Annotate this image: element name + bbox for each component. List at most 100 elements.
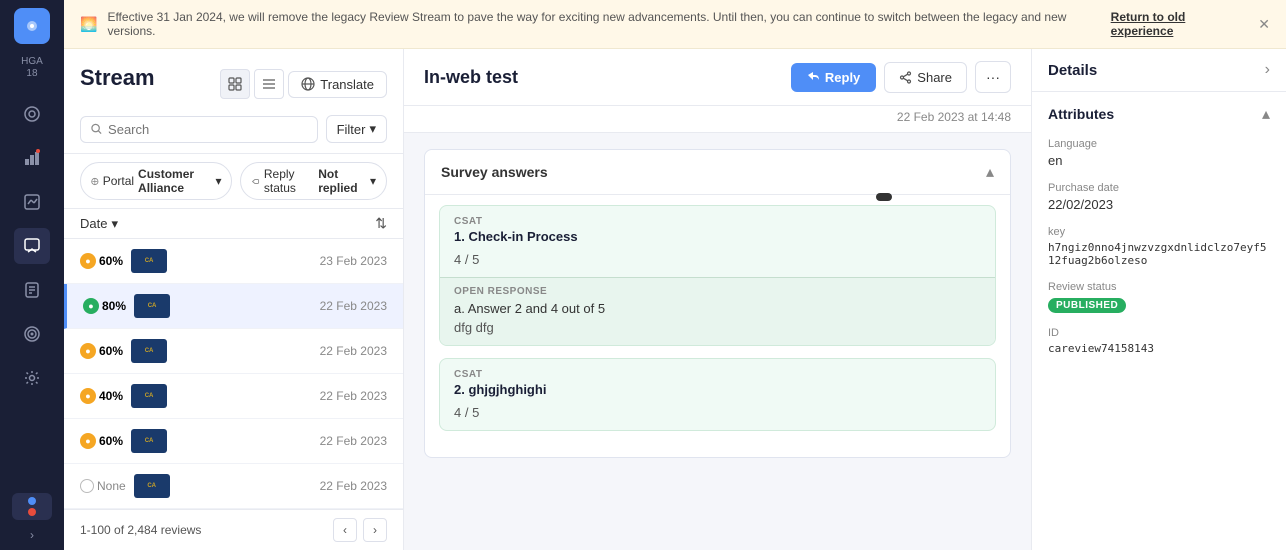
reply-status-dropdown-icon: ▾ [370,174,376,188]
nav-icon-reviews[interactable] [14,228,50,264]
survey-collapse-icon[interactable]: ▴ [986,162,994,182]
sidebar-bottom: › [12,493,52,542]
translate-label: Translate [320,77,374,92]
key-attr: key h7ngiz0nno4jnwzvzgxdnlidclzo7eyf512f… [1048,226,1270,267]
reply-button[interactable]: Reply [791,63,876,92]
banner-right: Return to old experience ✕ [1111,10,1270,38]
status-badge: PUBLISHED [1048,298,1126,313]
translate-btn[interactable]: Translate [288,71,387,98]
score-circle-2: ● [83,298,99,314]
sidebar-expand-btn[interactable]: › [30,528,34,542]
review-status-label: Review status [1048,281,1270,293]
play-indicator [28,497,36,505]
key-value: h7ngiz0nno4jnwzvzgxdnlidclzo7eyf512fuag2… [1048,241,1270,267]
csat-score-2: 4 / 5 [440,405,995,430]
banner-close-icon[interactable]: ✕ [1258,16,1270,33]
banner-cta-link[interactable]: Return to old experience [1111,10,1251,38]
attributes-header: Attributes ▴ [1048,104,1270,124]
brand-logo-4: CA [131,384,167,408]
csat-score-1: 4 / 5 [440,252,995,277]
stream-filters: Portal Customer Alliance ▾ Reply status … [64,154,403,209]
purchase-date-label: Purchase date [1048,182,1270,194]
review-item-5[interactable]: ● 60% CA 22 Feb 2023 [64,419,403,464]
survey-title: Survey answers [441,164,548,180]
brand-logo-5: CA [131,429,167,453]
stream-panel: Stream Translate [64,49,404,550]
score-badge-2: ● 80% [83,298,126,314]
sort-date-btn[interactable]: Date ▾ [80,216,118,232]
score-circle-1: ● [80,253,96,269]
sunset-banner: 🌅 Effective 31 Jan 2024, we will remove … [64,0,1286,49]
reply-status-chip[interactable]: Reply status Not replied ▾ [240,162,387,200]
portal-value: Customer Alliance [138,167,211,195]
search-icon [91,123,102,135]
csat-label-2: CSAT [440,359,995,382]
attributes-collapse-icon[interactable]: ▴ [1262,104,1270,124]
score-circle-3: ● [80,343,96,359]
nav-menu [14,96,50,493]
list-view-btn[interactable] [254,69,284,99]
score-badge-5: ● 60% [80,433,123,449]
review-date-4: 22 Feb 2023 [320,389,387,403]
app-logo [14,8,50,44]
purchase-date-attr: Purchase date 22/02/2023 [1048,182,1270,212]
portal-dropdown-icon: ▾ [215,174,221,188]
reply-status-label: Reply status [264,167,314,195]
more-options-button[interactable]: ··· [975,61,1011,93]
review-item-active[interactable]: ● 80% CA 22 Feb 2023 [64,284,403,329]
next-page-btn[interactable]: › [363,518,387,542]
review-item-6[interactable]: None CA 22 Feb 2023 [64,464,403,509]
sort-label-text: Date [80,216,107,231]
nav-icon-home[interactable] [14,96,50,132]
portal-icon [91,176,99,187]
nav-icon-analytics[interactable] [14,184,50,220]
review-item[interactable]: ● 60% CA 23 Feb 2023 [64,239,403,284]
prev-page-btn[interactable]: ‹ [333,518,357,542]
details-panel-title: Details [1048,62,1097,79]
banner-text: Effective 31 Jan 2024, we will remove th… [107,10,1110,38]
search-box[interactable] [80,116,318,143]
org-name: HGA [21,56,43,68]
key-label: key [1048,226,1270,238]
nav-icon-tasks[interactable] [14,272,50,308]
open-response-section: OPEN RESPONSE a. Answer 2 and 4 out of 5… [440,277,995,345]
review-item-4[interactable]: ● 40% CA 22 Feb 2023 [64,374,403,419]
share-icon [899,71,912,84]
csat-question-1: 1. Check-in Process [440,229,995,252]
grid-view-btn[interactable] [220,69,250,99]
org-number: 18 [21,68,43,80]
score-badge-3: ● 60% [80,343,123,359]
language-label: Language [1048,138,1270,150]
detail-actions: Reply Share ··· [791,61,1011,93]
brand-logo-2: CA [134,294,170,318]
playback-controls [12,493,52,520]
sort-order-icon[interactable]: ⇅ [375,215,387,232]
sort-direction-icon: ▾ [111,216,118,232]
sort-row: Date ▾ ⇅ [64,209,403,239]
record-indicator [28,508,36,516]
nav-icon-chart[interactable] [14,140,50,176]
portal-filter-chip[interactable]: Portal Customer Alliance ▾ [80,162,232,200]
none-circle [80,479,94,493]
share-button[interactable]: Share [884,62,967,93]
brand-logo-3: CA [131,339,167,363]
banner-left: 🌅 Effective 31 Jan 2024, we will remove … [80,10,1111,38]
survey-header-row: Survey answers ▴ [425,150,1010,195]
org-info: HGA 18 [21,56,43,80]
nav-icon-goals[interactable] [14,316,50,352]
details-panel-toggle-icon[interactable]: › [1265,61,1270,79]
review-list: ● 60% CA 23 Feb 2023 ● 80% CA 22 Feb 202… [64,239,403,509]
csat-question-2: 2. ghjgjhghighi [440,382,995,405]
portal-label: Portal [103,174,134,188]
nav-icon-settings[interactable] [14,360,50,396]
reply-status-icon [251,176,259,187]
review-date-2: 22 Feb 2023 [320,299,387,313]
stream-header: Stream Translate [64,49,403,154]
filter-button[interactable]: Filter ▾ [326,115,387,143]
csat-label-1: CSAT [440,206,995,229]
pagination-text: 1-100 of 2,484 reviews [80,523,201,537]
review-item-3[interactable]: ● 60% CA 22 Feb 2023 [64,329,403,374]
search-input[interactable] [108,122,307,137]
filter-chevron-icon: ▾ [369,121,376,137]
stream-toolbar: Filter ▾ [80,115,387,143]
